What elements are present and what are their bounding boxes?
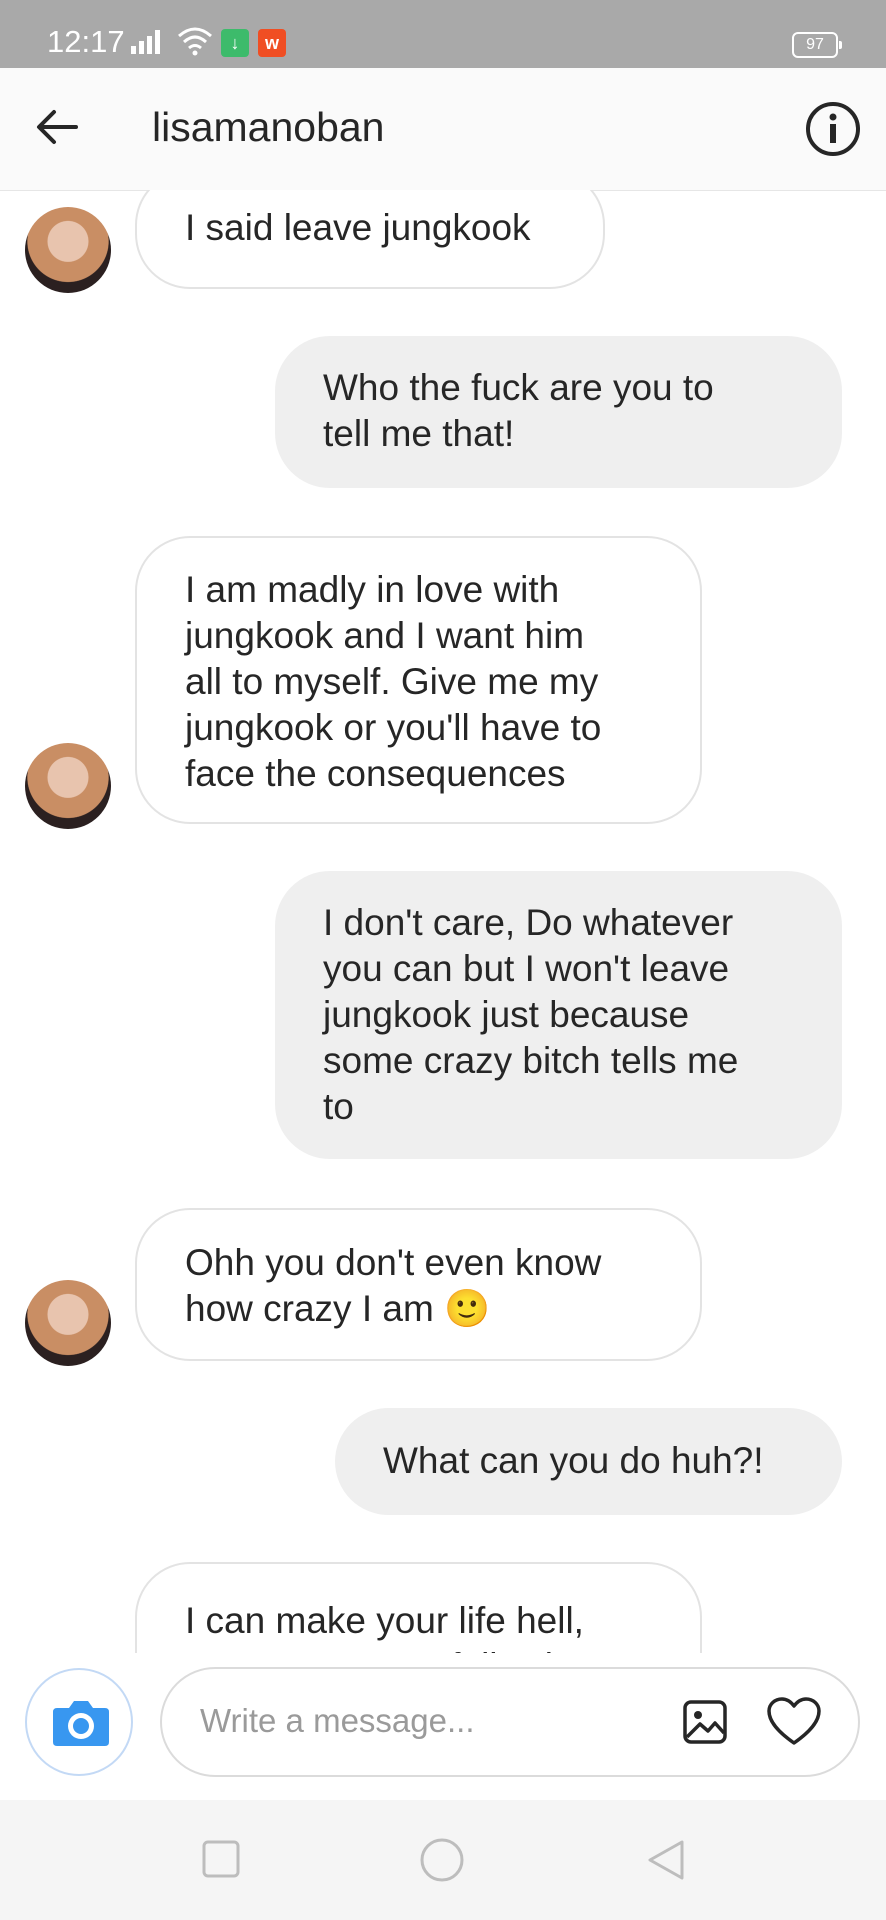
message-incoming[interactable]: I said leave jungkook xyxy=(135,190,605,289)
avatar[interactable] xyxy=(25,743,111,829)
avatar[interactable] xyxy=(25,1280,111,1366)
message-text: I don't care, Do whatever you can but I … xyxy=(323,902,739,1127)
camera-button[interactable] xyxy=(25,1668,133,1776)
message-incoming[interactable]: I am madly in love with jungkook and I w… xyxy=(135,536,702,824)
chat-username[interactable]: lisamanoban xyxy=(152,104,385,151)
message-outgoing[interactable]: I don't care, Do whatever you can but I … xyxy=(275,871,842,1159)
heart-icon[interactable] xyxy=(766,1697,822,1747)
message-incoming[interactable]: I can make your life hell, my my men are… xyxy=(135,1562,702,1653)
back-arrow-icon[interactable] xyxy=(32,102,82,152)
recent-apps-button[interactable] xyxy=(200,1838,244,1882)
message-composer xyxy=(0,1653,886,1800)
camera-icon xyxy=(53,1701,109,1746)
chat-header: lisamanoban xyxy=(0,68,886,191)
message-text: What can you do huh?! xyxy=(383,1440,764,1481)
message-input[interactable] xyxy=(198,1701,622,1741)
info-icon[interactable] xyxy=(804,100,862,158)
message-text: I said leave jungkook xyxy=(185,207,531,248)
message-incoming[interactable]: Ohh you don't even know how crazy I am 🙂 xyxy=(135,1208,702,1361)
message-field[interactable] xyxy=(160,1667,860,1777)
battery-level: 97 xyxy=(806,36,824,53)
back-button[interactable] xyxy=(644,1838,688,1882)
app-notification-icon: w xyxy=(258,29,286,57)
message-outgoing[interactable]: What can you do huh?! xyxy=(335,1408,842,1515)
battery-icon: 97 xyxy=(792,32,842,58)
message-text: Ohh you don't even know how crazy I am 🙂 xyxy=(185,1242,602,1329)
gallery-icon[interactable] xyxy=(680,1697,730,1747)
status-bar: 12:17 ↓ w 97 xyxy=(0,0,886,68)
message-text: I can make your life hell, my my men are… xyxy=(185,1600,594,1653)
wifi-icon xyxy=(178,27,212,56)
signal-icon xyxy=(131,30,160,54)
message-text: I am madly in love with jungkook and I w… xyxy=(185,569,602,794)
home-button[interactable] xyxy=(420,1838,464,1882)
system-nav-bar xyxy=(0,1800,886,1920)
message-thread[interactable]: I said leave jungkook Who the fuck are y… xyxy=(0,190,886,1653)
avatar[interactable] xyxy=(25,207,111,293)
message-outgoing[interactable]: Who the fuck are you to tell me that! xyxy=(275,336,842,488)
message-text: Who the fuck are you to tell me that! xyxy=(323,367,714,454)
download-notification-icon: ↓ xyxy=(221,29,249,57)
status-time: 12:17 xyxy=(47,24,125,59)
